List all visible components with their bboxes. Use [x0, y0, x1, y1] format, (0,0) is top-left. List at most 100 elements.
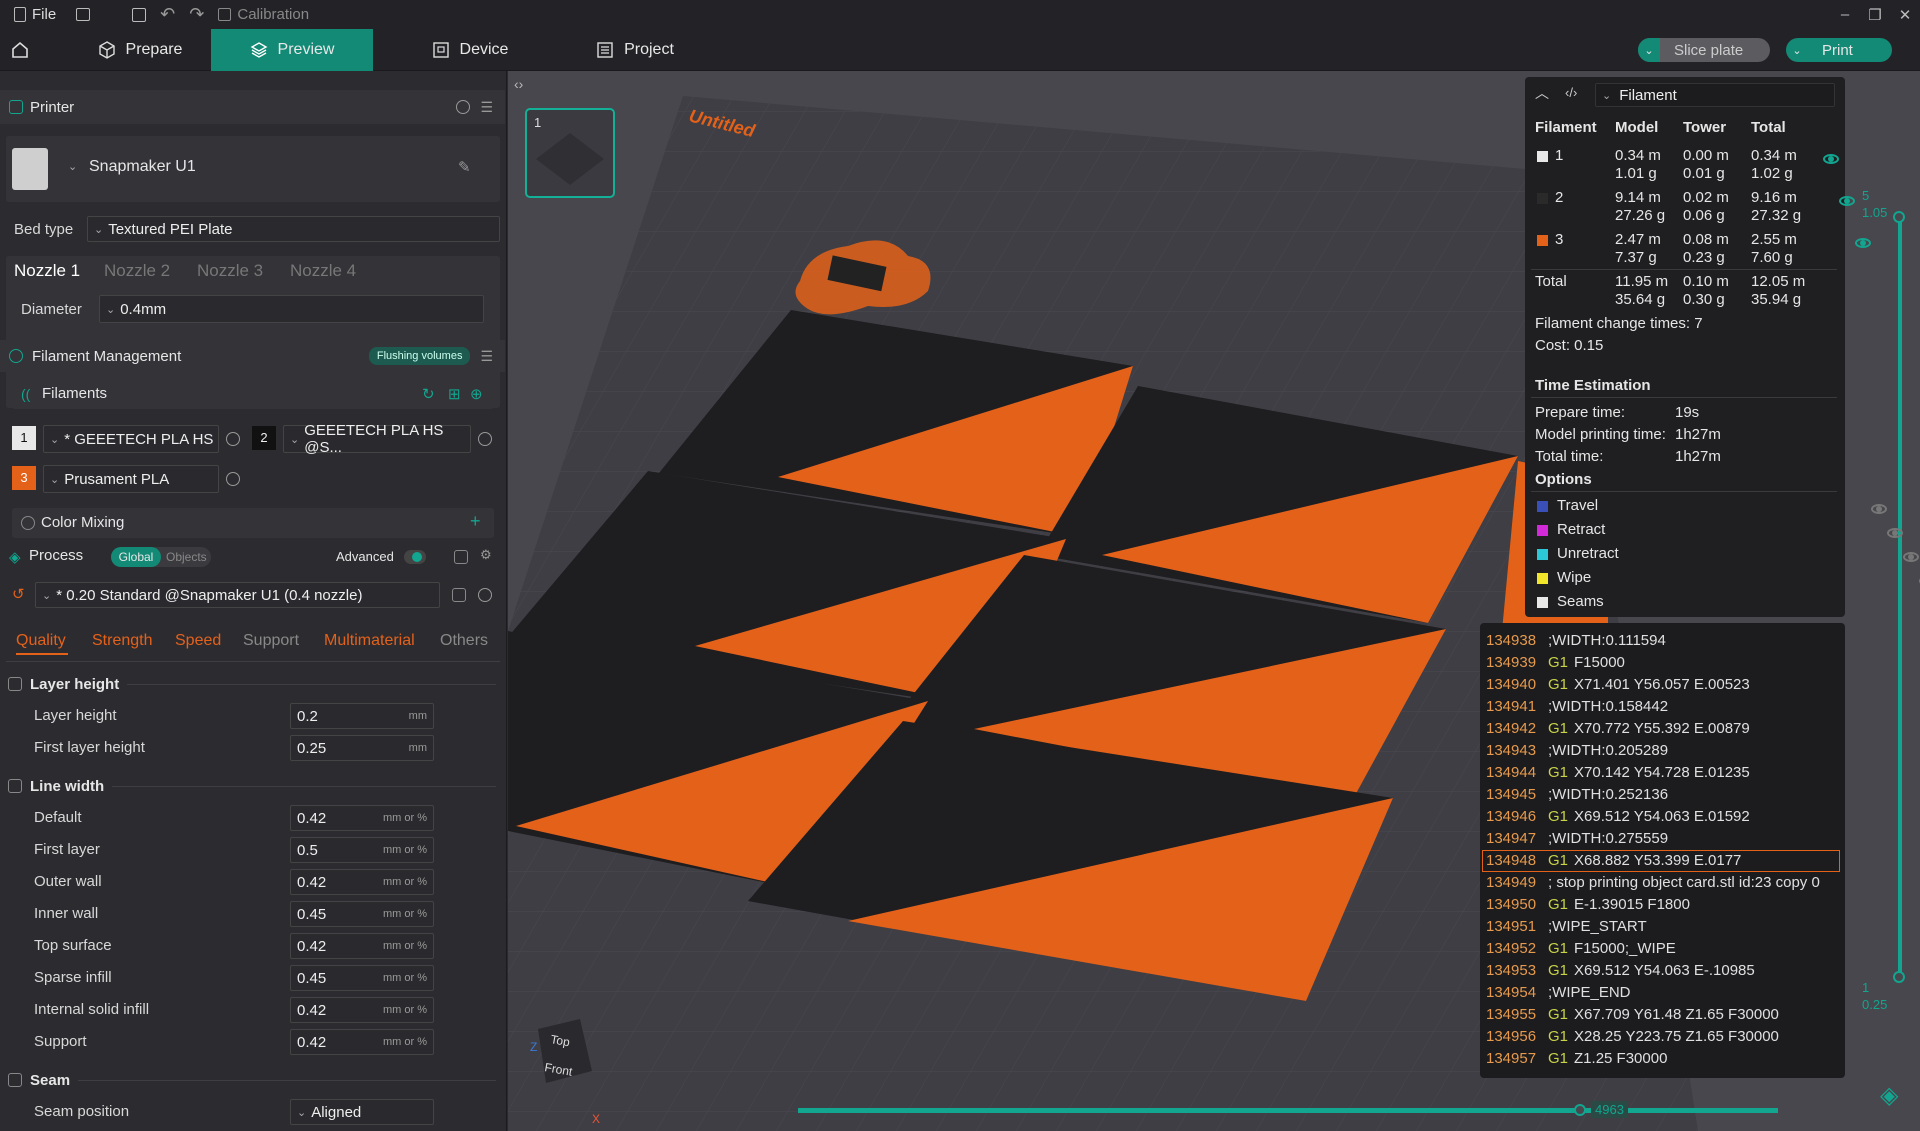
- settings-icon[interactable]: ☰: [480, 348, 493, 365]
- tab-prepare[interactable]: Prepare: [72, 29, 208, 71]
- tab-strength[interactable]: Strength: [92, 632, 152, 650]
- undo-icon[interactable]: ↶: [160, 4, 175, 25]
- gcode-line[interactable]: 134940 G1 X71.401 Y56.057 E.00523: [1486, 673, 1750, 695]
- tab-project[interactable]: Project: [570, 29, 700, 71]
- filament-1-swatch[interactable]: 1: [12, 426, 36, 450]
- tab-speed[interactable]: Speed: [175, 632, 221, 650]
- add-filament-icon[interactable]: ⊞: [448, 385, 461, 403]
- setting-input[interactable]: 0.42 mm or %: [290, 1029, 434, 1055]
- eye-off-icon[interactable]: [1887, 528, 1903, 538]
- tab-quality[interactable]: Quality: [16, 632, 66, 650]
- gcode-line[interactable]: 134938 ;WIDTH:0.111594: [1486, 629, 1666, 651]
- gcode-line[interactable]: 134943 ;WIDTH:0.205289: [1486, 739, 1668, 761]
- collapse-icon[interactable]: ︿: [1535, 83, 1549, 103]
- layer-slider-track[interactable]: [1898, 216, 1902, 976]
- diameter-select[interactable]: ⌄ 0.4mm: [99, 295, 484, 323]
- setting-input[interactable]: 0.42 mm or %: [290, 805, 434, 831]
- layer-slider-bottom-handle[interactable]: [1893, 971, 1905, 983]
- setting-input[interactable]: 0.45 mm or %: [290, 901, 434, 927]
- gcode-line[interactable]: 134947 ;WIDTH:0.275559: [1486, 827, 1668, 849]
- setting-input[interactable]: 0.45 mm or %: [290, 965, 434, 991]
- settings-icon[interactable]: ☰: [480, 99, 493, 116]
- tab-device[interactable]: Device: [405, 29, 535, 71]
- tab-nozzle-4[interactable]: Nozzle 4: [290, 261, 356, 281]
- sync-icon[interactable]: [456, 100, 471, 114]
- gcode-line[interactable]: 134944 G1 X70.142 Y54.728 E.01235: [1486, 761, 1750, 783]
- objects-option[interactable]: Objects: [166, 550, 207, 564]
- redo-icon[interactable]: ↷: [189, 4, 204, 25]
- slice-plate-button[interactable]: ⌄ Slice plate: [1638, 38, 1770, 62]
- layer-slider-top-handle[interactable]: [1893, 211, 1905, 223]
- gcode-line[interactable]: 134949 ; stop printing object card.stl id…: [1486, 871, 1820, 893]
- close-button[interactable]: ✕: [1890, 6, 1920, 24]
- remove-filament-1-icon[interactable]: [226, 432, 240, 446]
- setting-input[interactable]: 0.25 mm: [290, 735, 434, 761]
- menu-icon[interactable]: [76, 8, 91, 21]
- add-icon[interactable]: +: [470, 511, 481, 532]
- filament-2-select[interactable]: ⌄ GEEETECH PLA HS @S...: [283, 422, 471, 456]
- tab-nozzle-3[interactable]: Nozzle 3: [197, 261, 263, 281]
- code-icon[interactable]: ‹/›: [1565, 85, 1577, 100]
- setting-input[interactable]: ⌄ Aligned: [290, 1099, 434, 1125]
- view-type-select[interactable]: ⌄ Filament: [1595, 83, 1835, 107]
- gcode-line[interactable]: 134950 G1 E-1.39015 F1800: [1486, 893, 1690, 915]
- remove-filament-3-icon[interactable]: [226, 472, 240, 486]
- import-filament-icon[interactable]: ⊕: [470, 385, 483, 403]
- minimize-button[interactable]: –: [1830, 6, 1860, 24]
- setting-input[interactable]: 0.42 mm or %: [290, 933, 434, 959]
- color-mixing-row[interactable]: Color Mixing +: [12, 508, 494, 538]
- eye-off-icon[interactable]: [1903, 552, 1919, 562]
- eye-icon[interactable]: [1855, 238, 1871, 248]
- filament-2-swatch[interactable]: 2: [252, 426, 276, 450]
- gcode-line[interactable]: 134939 G1 F15000: [1486, 651, 1625, 673]
- layers-view-icon[interactable]: ◈: [1880, 1081, 1898, 1110]
- gcode-line[interactable]: 134957 G1 Z1.25 F30000: [1486, 1047, 1667, 1069]
- gcode-line[interactable]: 134945 ;WIDTH:0.252136: [1486, 783, 1668, 805]
- printer-selector[interactable]: ⌄ Snapmaker U1 ✎: [6, 136, 500, 202]
- gcode-line[interactable]: 134951 ;WIPE_START: [1486, 915, 1647, 937]
- gcode-line[interactable]: 134956 G1 X28.25 Y223.75 Z1.65 F30000: [1486, 1025, 1779, 1047]
- setting-input[interactable]: 0.42 mm or %: [290, 869, 434, 895]
- setting-input[interactable]: 0.5 mm or %: [290, 837, 434, 863]
- calibration-menu[interactable]: Calibration: [218, 6, 309, 23]
- gcode-line[interactable]: 134955 G1 X67.709 Y61.48 Z1.65 F30000: [1486, 1003, 1779, 1025]
- save-preset-icon[interactable]: [452, 588, 466, 602]
- tab-preview[interactable]: Preview: [211, 29, 373, 71]
- setting-input[interactable]: 0.2 mm: [290, 703, 434, 729]
- tab-multimaterial[interactable]: Multimaterial: [324, 632, 415, 650]
- tab-others[interactable]: Others: [440, 632, 488, 650]
- file-menu[interactable]: File: [14, 6, 56, 23]
- home-button[interactable]: [0, 29, 40, 71]
- filament-3-swatch[interactable]: 3: [12, 466, 36, 490]
- gcode-line[interactable]: 134941 ;WIDTH:0.158442: [1486, 695, 1668, 717]
- gcode-line[interactable]: 134954 ;WIPE_END: [1486, 981, 1631, 1003]
- flushing-volumes-button[interactable]: Flushing volumes: [368, 347, 471, 365]
- gcode-viewer[interactable]: 134938 ;WIDTH:0.111594 134939 G1 F15000 13494…: [1480, 623, 1845, 1078]
- settings-icon[interactable]: ⚙: [480, 547, 492, 563]
- edit-icon[interactable]: ✎: [458, 158, 471, 176]
- tab-support[interactable]: Support: [243, 632, 299, 650]
- gcode-line[interactable]: 134948 G1 X68.882 Y53.399 E.0177: [1486, 849, 1741, 871]
- eye-icon[interactable]: [1839, 196, 1855, 206]
- bed-type-select[interactable]: ⌄ Textured PEI Plate: [87, 216, 500, 242]
- move-slider-track[interactable]: [798, 1108, 1778, 1113]
- gcode-line[interactable]: 134946 G1 X69.512 Y54.063 E.01592: [1486, 805, 1750, 827]
- tab-nozzle-1[interactable]: Nozzle 1: [14, 261, 80, 281]
- advanced-toggle[interactable]: [404, 550, 426, 564]
- remove-filament-2-icon[interactable]: [478, 432, 492, 446]
- process-preset-select[interactable]: ⌄ * 0.20 Standard @Snapmaker U1 (0.4 noz…: [35, 582, 440, 608]
- restore-button[interactable]: ❐: [1860, 6, 1890, 24]
- gcode-line[interactable]: 134952 G1 F15000;_WIPE: [1486, 937, 1676, 959]
- gcode-line[interactable]: 134953 G1 X69.512 Y54.063 E-.10985: [1486, 959, 1755, 981]
- sync-filament-icon[interactable]: ↻: [422, 385, 435, 403]
- move-slider-handle[interactable]: [1574, 1104, 1586, 1116]
- filament-1-select[interactable]: ⌄ * GEEETECH PLA HS: [43, 425, 219, 453]
- search-icon[interactable]: [478, 588, 492, 602]
- gcode-line[interactable]: 134942 G1 X70.772 Y55.392 E.00879: [1486, 717, 1750, 739]
- global-objects-toggle[interactable]: Global Objects: [111, 547, 211, 567]
- eye-off-icon[interactable]: [1871, 504, 1887, 514]
- eye-icon[interactable]: [1823, 154, 1839, 164]
- print-button[interactable]: ⌄ Print: [1786, 38, 1892, 62]
- save-icon[interactable]: [132, 7, 147, 22]
- compare-icon[interactable]: [454, 550, 468, 564]
